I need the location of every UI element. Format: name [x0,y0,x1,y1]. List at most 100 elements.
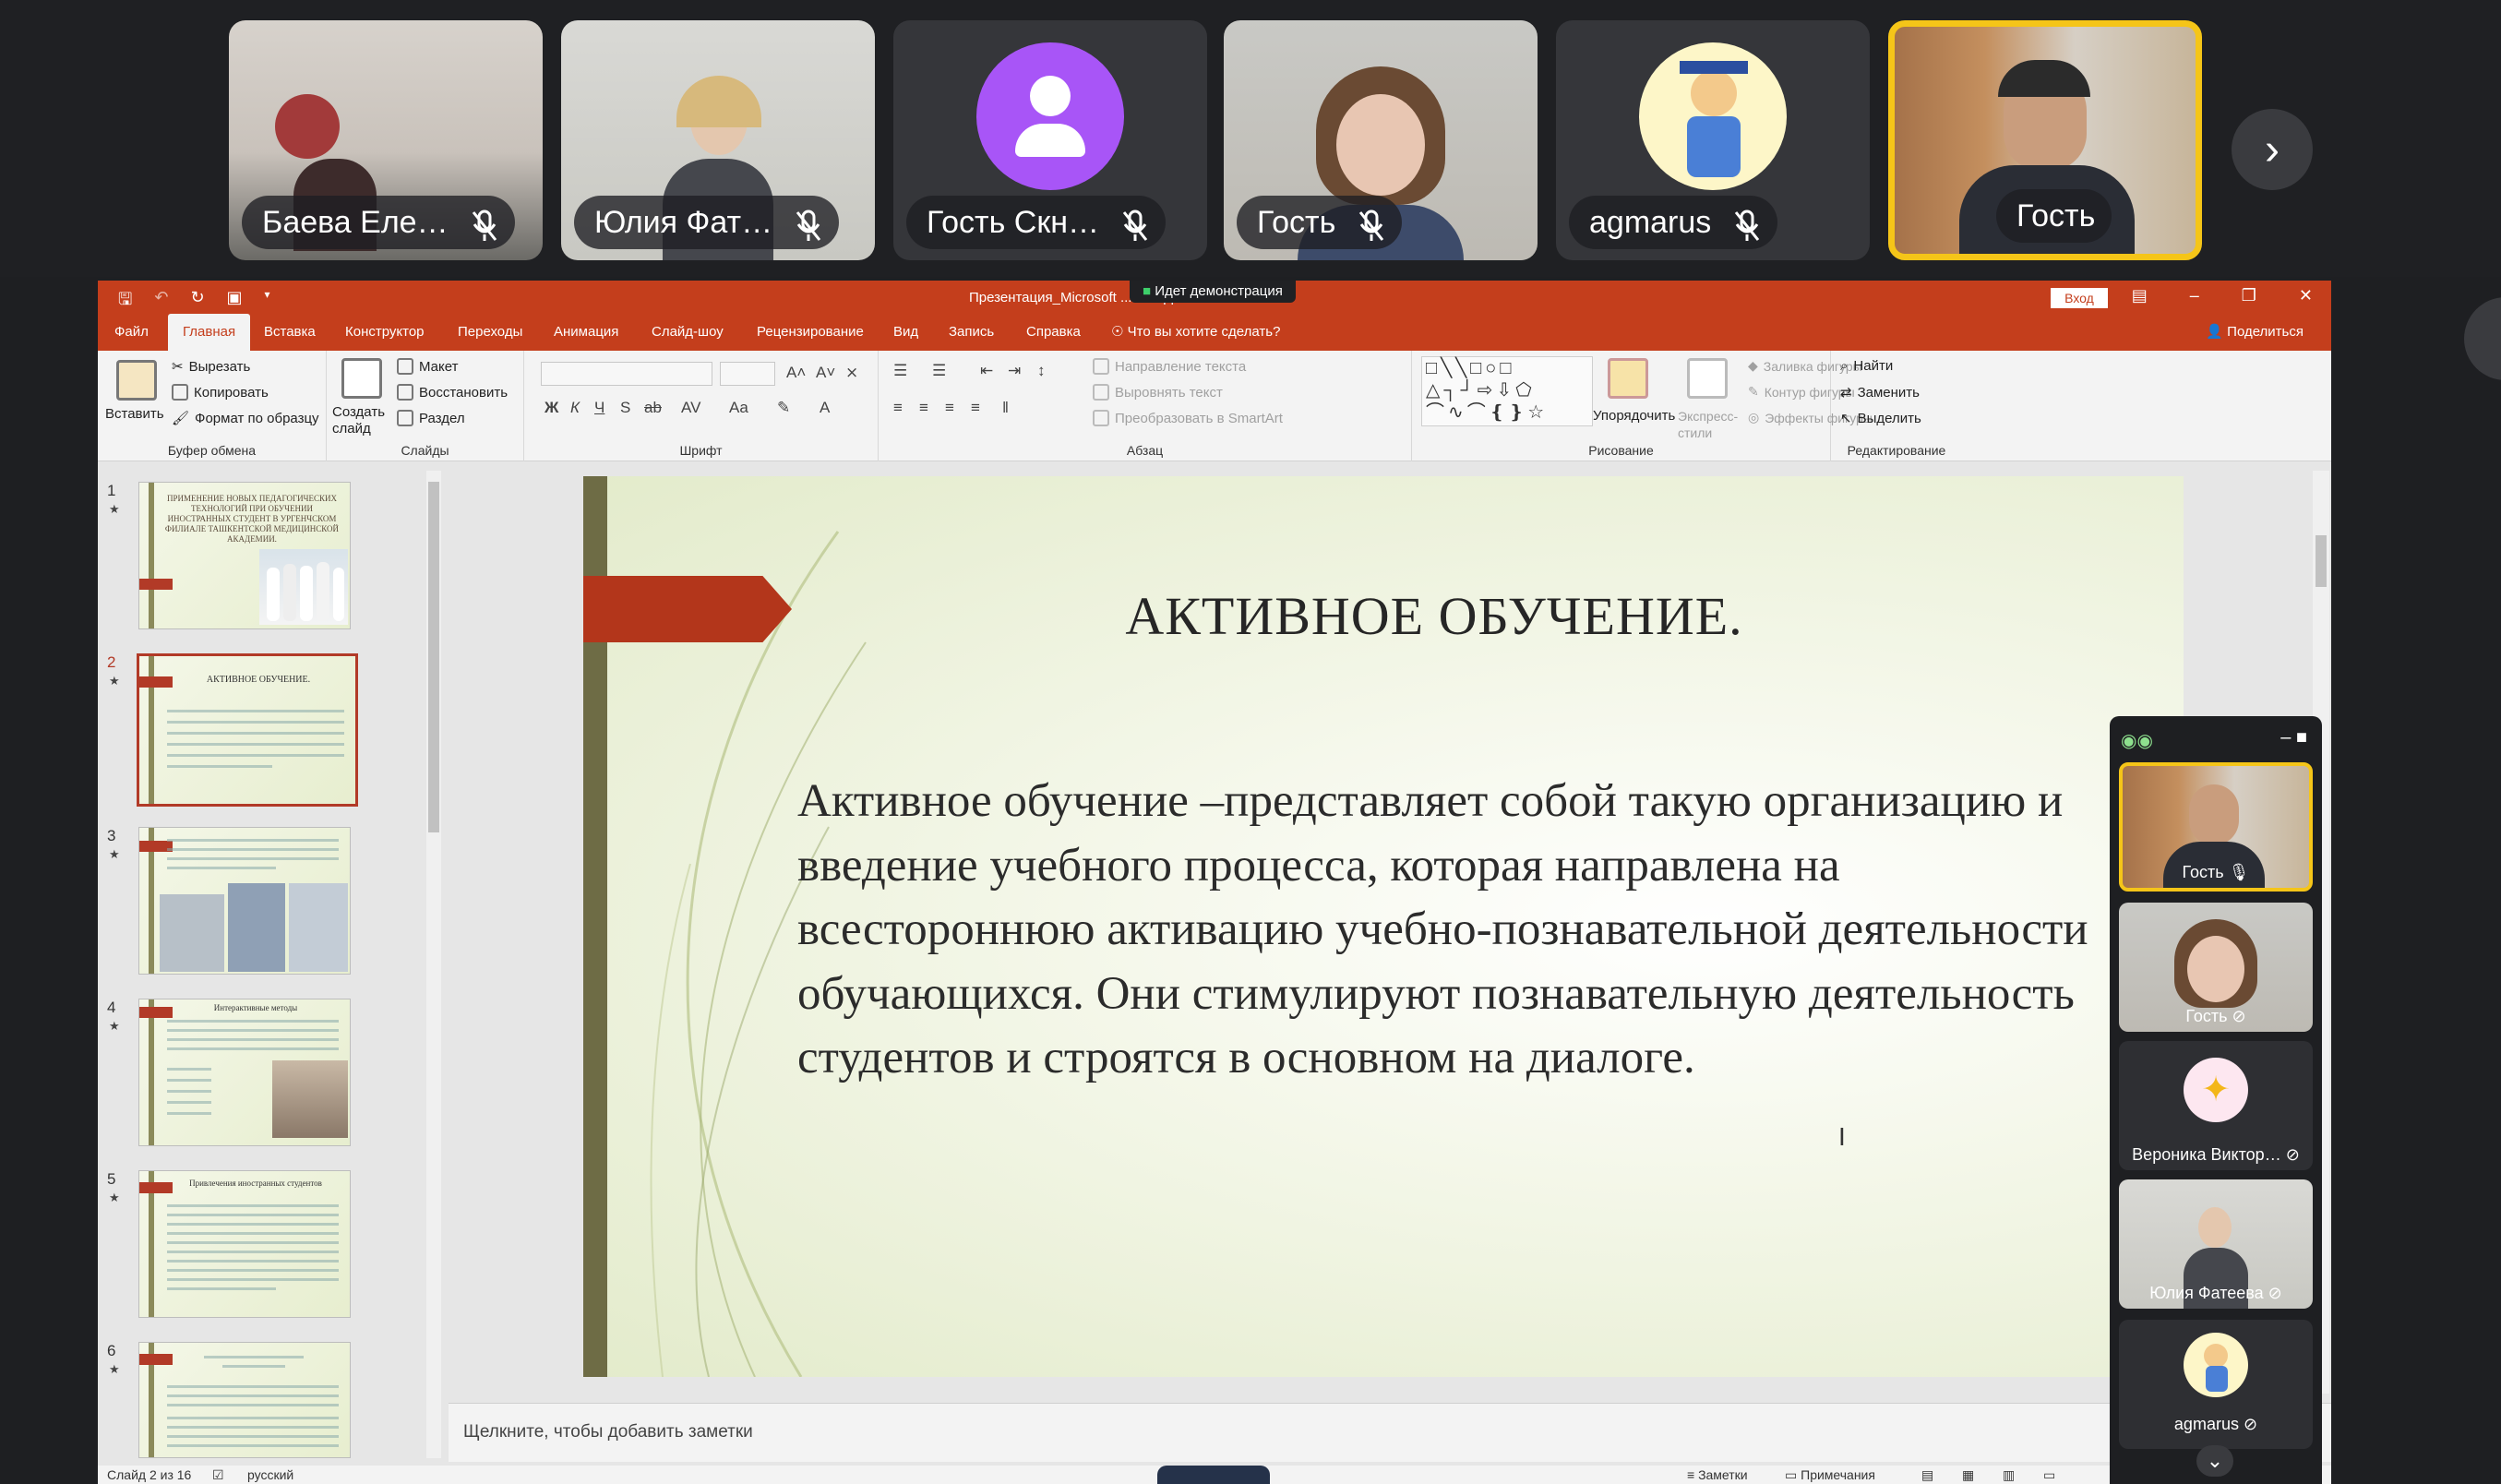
side-participant-tile[interactable]: agmarus ⊘ [2119,1320,2313,1449]
tab-help[interactable]: Справка [1026,314,1081,351]
slide-thumbnail-6[interactable] [138,1342,351,1458]
spellcheck-icon[interactable]: ☑ [212,1467,224,1483]
underline-icon[interactable]: Ч [594,399,604,417]
justify-icon[interactable]: ≡ [971,399,980,417]
tab-slideshow[interactable]: Слайд-шоу [652,314,724,351]
slide-thumbnail-1[interactable]: ПРИМЕНЕНИЕ НОВЫХ ПЕДАГОГИЧЕСКИХ ТЕХНОЛОГ… [138,482,351,629]
tab-design[interactable]: Конструктор [345,314,425,351]
slide-thumbnail-3[interactable] [138,827,351,975]
scrollbar-thumb[interactable] [2316,535,2327,587]
expand-panel-button[interactable] [2464,297,2501,380]
clear-formatting-icon[interactable]: ⨯ [845,364,858,382]
ribbon-display-icon[interactable]: ▤ [2132,286,2148,305]
slide-body-text[interactable]: Активное обучение –представляет собой та… [797,770,2126,1091]
reset-button[interactable]: Восстановить [397,384,508,401]
side-participant-tile[interactable]: Юлия Фатеева ⊘ [2119,1179,2313,1309]
save-icon[interactable]: 🖫 [118,288,132,316]
quick-styles-button[interactable]: Экспресс-стили [1678,408,1741,441]
layout-button[interactable]: Макет [397,358,458,375]
font-size-combobox[interactable] [720,362,775,386]
slideshow-view-icon[interactable]: ▭ [2043,1467,2055,1483]
participant-tile[interactable]: Гость Скн… [893,20,1207,260]
panel-window-controls[interactable]: – ■ [2280,727,2307,748]
italic-icon[interactable]: К [570,399,580,417]
find-button[interactable]: ⌕ Найти [1840,358,1893,374]
current-slide[interactable]: АКТИВНОЕ ОБУЧЕНИЕ. Активное обучение –пр… [583,476,2184,1377]
share-toolbar-handle[interactable] [1157,1466,1270,1484]
columns-icon[interactable]: ‖ [1002,399,1009,417]
align-right-icon[interactable]: ≡ [945,399,954,417]
slide-thumbnail-5[interactable]: Привлечения иностранных студентов [138,1170,351,1318]
tab-record[interactable]: Запись [949,314,994,351]
share-button[interactable]: 👤 Поделиться [2206,314,2304,351]
numbering-icon[interactable]: ☰ [932,362,946,380]
participant-tile[interactable]: Баева Еле… [229,20,543,260]
tab-animations[interactable]: Анимация [554,314,618,351]
notes-pane[interactable]: Щелкните, чтобы добавить заметки [449,1403,2331,1462]
increase-indent-icon[interactable]: ⇥ [1008,362,1021,380]
close-icon[interactable]: ✕ [2299,286,2313,305]
slide-thumbnail-2-selected[interactable]: АКТИВНОЕ ОБУЧЕНИЕ. [137,653,358,807]
redo-icon[interactable]: ↻ [190,288,204,316]
paste-button[interactable]: Вставить [105,406,164,422]
customize-toolbar-icon[interactable]: ▾ [265,288,270,316]
convert-smartart-button[interactable]: Преобразовать в SmartArt [1093,410,1283,426]
tab-home[interactable]: Главная [168,314,251,351]
reading-view-icon[interactable]: ▥ [2003,1467,2015,1483]
tell-me-box[interactable]: ☉ Что вы хотите сделать? [1111,314,1280,351]
participant-tile[interactable]: Юлия Фат… [561,20,875,260]
next-participants-button[interactable]: › [2232,109,2313,190]
shapes-gallery[interactable]: □╲╲□○□ △┐┘⇨⇩⬠ ⌒∿⌒❴❵☆ [1421,356,1593,426]
tab-view[interactable]: Вид [893,314,918,351]
strikethrough-icon[interactable]: ab [644,399,662,417]
text-direction-button[interactable]: Направление текста [1093,358,1246,375]
highlight-icon[interactable]: ✎ [777,399,790,417]
format-painter-button[interactable]: 🖌 Формат по образцу [172,410,319,427]
shrink-font-icon[interactable]: A˅ [816,364,835,382]
side-participant-tile[interactable]: ✦ Вероника Виктор… ⊘ [2119,1041,2313,1170]
copy-button[interactable]: Копировать [172,384,269,401]
bullets-icon[interactable]: ☰ [893,362,907,380]
tab-review[interactable]: Рецензирование [757,314,864,351]
comments-toggle[interactable]: ▭ Примечания [1785,1467,1875,1483]
side-participant-tile-active[interactable]: Гость 🎙 [2119,762,2313,892]
normal-view-icon[interactable]: ▤ [1921,1467,1933,1483]
minimize-icon[interactable]: – [2190,286,2199,305]
cut-button[interactable]: ✂ Вырезать [172,358,250,376]
scrollbar-thumb[interactable] [428,482,439,832]
tab-transitions[interactable]: Переходы [458,314,522,351]
change-case-icon[interactable]: Aa [729,399,748,417]
align-left-icon[interactable]: ≡ [893,399,903,417]
participant-tile-active-speaker[interactable]: Гость [1888,20,2202,260]
arrange-button[interactable]: Упорядочить [1593,408,1675,424]
sign-in-button[interactable]: Вход [2051,288,2108,308]
participant-tile[interactable]: Гость [1224,20,1538,260]
tab-file[interactable]: Файл [114,314,149,351]
replace-button[interactable]: ⇄ Заменить [1840,384,1920,401]
select-button[interactable]: ↖ Выделить [1840,410,1921,427]
slide-title[interactable]: АКТИВНОЕ ОБУЧЕНИЕ. [583,585,2184,647]
undo-icon[interactable]: ↶ [154,288,168,316]
slide-sorter-icon[interactable]: ▦ [1962,1467,1974,1483]
line-spacing-icon[interactable]: ↕ [1037,362,1046,380]
font-name-combobox[interactable] [541,362,712,386]
bold-icon[interactable]: Ж [544,399,558,417]
new-slide-button[interactable]: Создать слайд [332,404,397,437]
align-center-icon[interactable]: ≡ [919,399,928,417]
section-button[interactable]: Раздел [397,410,465,426]
grow-font-icon[interactable]: A˄ [786,364,806,382]
scroll-down-button[interactable]: ⌄ [2196,1445,2233,1477]
start-slideshow-icon[interactable]: ▣ [227,288,243,316]
side-participant-tile[interactable]: Гость ⊘ [2119,903,2313,1032]
align-text-button[interactable]: Выровнять текст [1093,384,1223,401]
participant-tile[interactable]: agmarus [1556,20,1870,260]
shadow-icon[interactable]: S [620,399,630,417]
decrease-indent-icon[interactable]: ⇤ [980,362,993,380]
font-color-icon[interactable]: A [820,399,830,417]
character-spacing-icon[interactable]: AV [681,399,700,417]
notes-toggle[interactable]: ≡ Заметки [1687,1467,1748,1482]
tab-insert[interactable]: Вставка [264,314,316,351]
thumbnails-scrollbar[interactable] [426,471,441,1458]
restore-icon[interactable]: ❐ [2242,286,2256,305]
slide-thumbnail-4[interactable]: Интерактивные методы [138,999,351,1146]
